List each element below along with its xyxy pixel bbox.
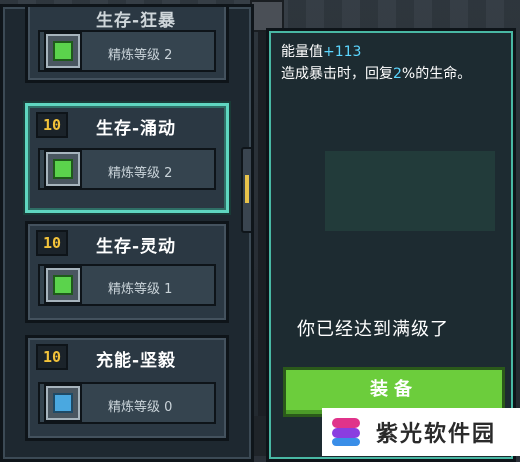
desc-value: 2	[393, 66, 402, 82]
level-badge: 10	[36, 230, 68, 256]
watermark-text: 紫光软件园	[376, 422, 497, 447]
talent-name: 生存-灵动	[96, 237, 177, 257]
max-level-text: 你已经达到满级了	[297, 319, 449, 340]
talent-name: 充能-坚毅	[96, 351, 177, 371]
energy-talent-icon	[44, 384, 82, 422]
scrollbar-thumb[interactable]	[245, 175, 249, 203]
talent-refine: 精炼等级 1	[108, 278, 172, 297]
talent-card[interactable]: 10 充能-坚毅 精炼等级 0	[25, 335, 229, 441]
refine-label: 精炼等级	[108, 282, 161, 297]
stat-label: 能量值	[281, 44, 323, 60]
dash-talent-icon	[44, 266, 82, 304]
talent-refine: 精炼等级 0	[108, 396, 172, 415]
desc-suffix: %的生命。	[401, 66, 472, 82]
talent-refine: 精炼等级 2	[108, 44, 172, 63]
background-preview	[325, 151, 495, 231]
talent-card[interactable]: 10 生存-灵动 精炼等级 1	[25, 221, 229, 323]
talent-name: 生存-涌动	[96, 119, 177, 139]
watermark-logo-icon	[328, 414, 366, 450]
talent-detail-panel: 能量值+113 造成暴击时，回复2%的生命。 你已经达到满级了 装备	[266, 28, 516, 462]
background-pillar	[258, 0, 266, 456]
level-badge: 10	[36, 344, 68, 370]
refine-value: 2	[164, 166, 173, 181]
leaf-talent-icon	[44, 32, 82, 70]
refine-value: 1	[164, 282, 173, 297]
refine-label: 精炼等级	[108, 48, 161, 63]
desc-prefix: 造成暴击时，回复	[281, 66, 393, 82]
level-badge: 10	[36, 112, 68, 138]
talent-card[interactable]: 生存-狂暴 精炼等级 2	[25, 7, 229, 83]
talent-card-selected[interactable]: 10 生存-涌动 精炼等级 2	[25, 103, 229, 213]
stat-bonus: +113	[323, 44, 362, 60]
scrollbar[interactable]	[241, 147, 251, 233]
talent-refine: 精炼等级 2	[108, 162, 172, 181]
energy-stat: 能量值+113	[281, 41, 361, 61]
refine-label: 精炼等级	[108, 166, 161, 181]
talent-description: 造成暴击时，回复2%的生命。	[281, 63, 503, 85]
talent-list-panel[interactable]: 生存-狂暴 精炼等级 2 10 生存-涌动 精炼等级 2 10 生存-灵动 精炼…	[0, 4, 254, 462]
shield-talent-icon	[44, 150, 82, 188]
refine-value: 2	[164, 48, 173, 63]
talent-name: 生存-狂暴	[96, 11, 177, 31]
refine-label: 精炼等级	[108, 400, 161, 415]
site-watermark: 紫光软件园	[322, 408, 520, 456]
refine-value: 0	[164, 400, 173, 415]
